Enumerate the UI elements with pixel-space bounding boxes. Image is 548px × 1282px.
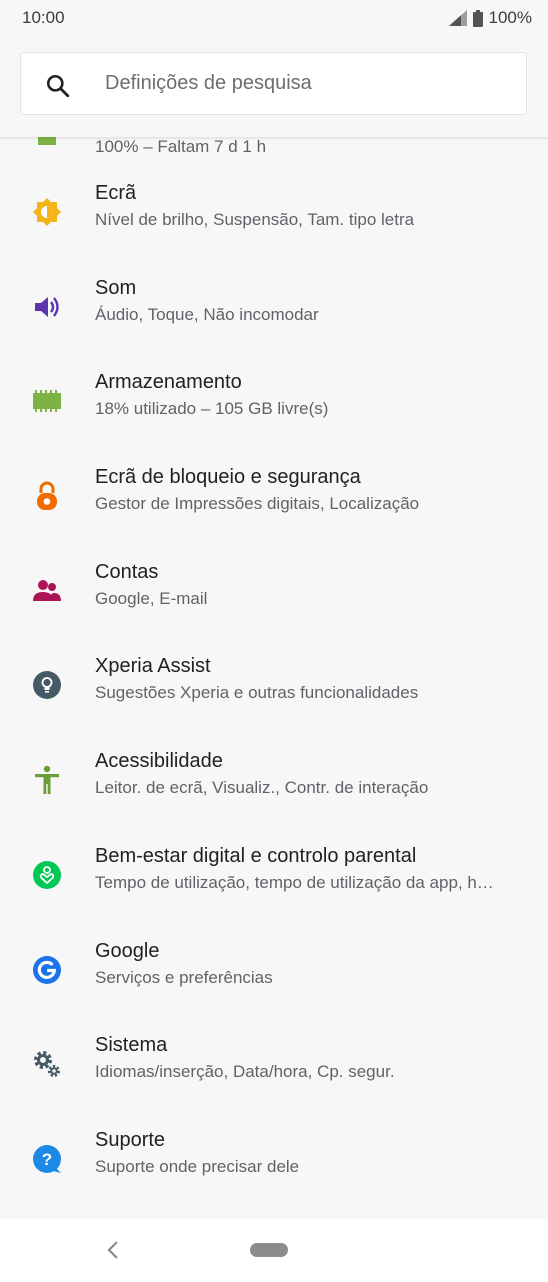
settings-item-accessibility[interactable]: Acessibilidade Leitor. de ecrã, Visualiz… — [0, 735, 548, 830]
settings-item-title: Suporte — [95, 1128, 166, 1151]
settings-item-digital-wellbeing[interactable]: Bem-estar digital e controlo parental Te… — [0, 830, 548, 925]
home-button[interactable] — [250, 1243, 288, 1257]
accounts-icon — [33, 579, 61, 601]
settings-item-title: Ecrã de bloqueio e segurança — [95, 466, 361, 489]
search-placeholder: Definições de pesquisa — [105, 72, 312, 94]
settings-item-system[interactable]: Sistema Idiomas/inserção, Data/hora, Cp.… — [0, 1019, 548, 1114]
settings-item-display[interactable]: Ecrã Nível de brilho, Suspensão, Tam. ti… — [0, 167, 548, 262]
help-icon: ? — [33, 1144, 61, 1173]
settings-item-title: Xperia Assist — [95, 655, 211, 678]
gears-icon — [34, 1051, 60, 1078]
settings-item-title: Contas — [95, 560, 159, 583]
settings-item-subtitle: Sugestões Xperia e outras funcionalidade… — [95, 683, 419, 703]
settings-item-battery[interactable]: 100% – Faltam 7 d 1 h — [0, 137, 548, 167]
settings-item-title: Ecrã — [95, 182, 137, 204]
settings-item-title: Google — [95, 939, 160, 962]
speaker-icon — [35, 296, 59, 317]
settings-item-title: Bem-estar digital e controlo parental — [95, 844, 417, 867]
settings-item-google[interactable]: Google Serviços e preferências — [0, 925, 548, 1020]
settings-item-subtitle: Gestor de Impressões digitais, Localizaç… — [95, 494, 420, 514]
settings-item-title: Acessibilidade — [95, 750, 223, 773]
status-icons: 100% — [448, 8, 532, 28]
settings-item-subtitle: Suporte onde precisar dele — [95, 1156, 300, 1176]
back-icon[interactable] — [104, 1240, 122, 1260]
settings-item-sound[interactable]: Som Áudio, Toque, Não incomodar — [0, 262, 548, 357]
settings-item-subtitle: Idiomas/inserção, Data/hora, Cp. segur. — [95, 1062, 395, 1082]
status-time: 10:00 — [22, 8, 65, 27]
display-icon — [33, 198, 61, 226]
battery-percent: 100% — [488, 8, 532, 27]
settings-item-subtitle: Google, E-mail — [95, 588, 208, 608]
settings-item-accounts[interactable]: Contas Google, E-mail — [0, 546, 548, 641]
search-icon — [46, 74, 70, 98]
settings-item-subtitle: Leitor. de ecrã, Visualiz., Contr. de in… — [95, 778, 429, 798]
settings-item-subtitle: Serviços e preferências — [95, 967, 273, 987]
lock-icon — [37, 481, 57, 511]
settings-item-support[interactable]: ? Suporte Suporte onde precisar dele — [0, 1114, 548, 1209]
settings-item-subtitle: 100% – Faltam 7 d 1 h — [95, 137, 267, 156]
settings-item-title: Sistema — [95, 1034, 168, 1057]
settings-item-title: Armazenamento — [95, 371, 242, 394]
search-header: Definições de pesquisa — [0, 36, 548, 137]
lightbulb-icon — [33, 671, 61, 700]
signal-icon — [448, 10, 467, 26]
settings-item-subtitle: 18% utilizado – 105 GB livre(s) — [95, 399, 329, 419]
settings-item-title: Som — [95, 276, 137, 299]
storage-icon — [33, 390, 61, 413]
navigation-bar — [0, 1219, 548, 1282]
settings-list[interactable]: 100% – Faltam 7 d 1 h Ecrã Nível de bril… — [0, 137, 548, 1209]
settings-item-lock-screen[interactable]: Ecrã de bloqueio e segurança Gestor de I… — [0, 451, 548, 546]
battery-settings-icon — [38, 137, 56, 145]
wellbeing-icon — [33, 860, 61, 889]
search-bar[interactable]: Definições de pesquisa — [20, 52, 527, 115]
svg-text:?: ? — [42, 1150, 52, 1169]
google-icon — [33, 955, 61, 984]
settings-item-xperia-assist[interactable]: Xperia Assist Sugestões Xperia e outras … — [0, 640, 548, 735]
settings-item-subtitle: Nível de brilho, Suspensão, Tam. tipo le… — [95, 210, 415, 229]
settings-item-storage[interactable]: Armazenamento 18% utilizado – 105 GB liv… — [0, 356, 548, 451]
status-bar: 10:00 100% — [0, 0, 548, 36]
settings-item-subtitle: Tempo de utilização, tempo de utilização… — [95, 872, 494, 892]
battery-icon — [472, 9, 483, 27]
accessibility-icon — [35, 765, 59, 795]
settings-item-subtitle: Áudio, Toque, Não incomodar — [95, 304, 319, 324]
